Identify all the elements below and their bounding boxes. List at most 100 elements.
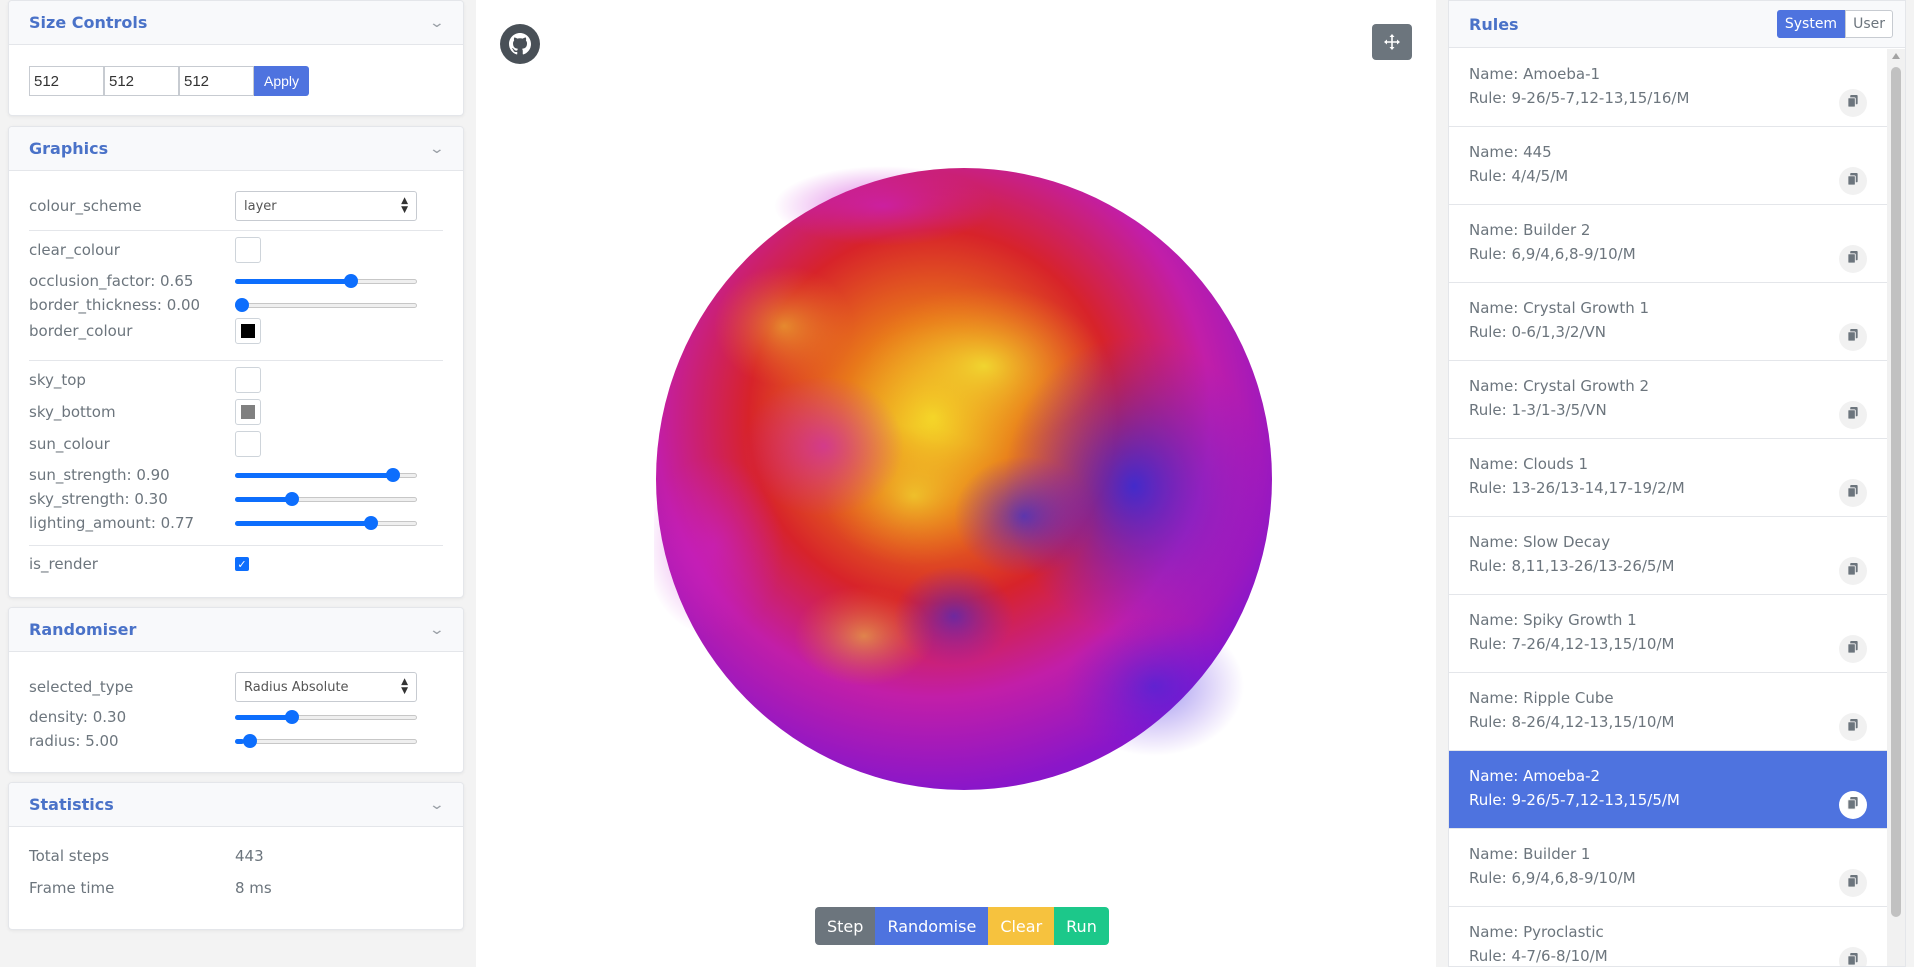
total-steps-value: 443 (235, 847, 264, 865)
rule-name: Name: 445 (1469, 143, 1552, 161)
copy-rule-button[interactable] (1839, 245, 1867, 273)
graphics-title: Graphics (29, 139, 109, 158)
is-render-label: is_render (29, 555, 98, 573)
copy-rule-button[interactable] (1839, 557, 1867, 585)
copy-rule-button[interactable] (1839, 89, 1867, 117)
randomise-button[interactable]: Randomise (875, 907, 989, 945)
clear-button[interactable]: Clear (988, 907, 1055, 945)
sky-bottom-picker[interactable] (235, 399, 261, 425)
move-icon (1384, 34, 1400, 50)
rule-name: Name: Amoeba-2 (1469, 767, 1601, 785)
border-thickness-slider[interactable] (235, 298, 417, 312)
select-arrows-icon: ▲ ▼ (401, 196, 408, 215)
radius-slider[interactable] (235, 734, 417, 748)
slider-thumb[interactable] (235, 298, 249, 312)
rules-scrollbar[interactable] (1887, 49, 1905, 966)
rule-item[interactable]: Name: Builder 1 Rule: 6,9/4,6,8-9/10/M (1449, 829, 1887, 907)
copy-rule-button[interactable] (1839, 947, 1867, 966)
is-render-row: is_render ✓ (29, 555, 443, 573)
rule-item[interactable]: Name: Ripple Cube Rule: 8-26/4,12-13,15/1… (1449, 673, 1887, 751)
render-viewport[interactable]: Step Randomise Clear Run (476, 0, 1436, 967)
slider-thumb[interactable] (363, 516, 378, 530)
border-colour-picker[interactable] (235, 318, 261, 344)
sun-colour-picker[interactable] (235, 431, 261, 457)
rule-list: Name: Amoeba-1 Rule: 9-26/5-7,12-13,15/16… (1449, 49, 1887, 966)
border-thickness-row: border_thickness: 0.00 (29, 296, 443, 314)
sky-strength-row: sky_strength: 0.30 (29, 490, 443, 508)
rule-item[interactable]: Name: Clouds 1 Rule: 13-26/13-14,17-19/2/… (1449, 439, 1887, 517)
chevron-down-icon[interactable]: ⌄ (429, 797, 445, 813)
copy-rule-button[interactable] (1839, 791, 1867, 819)
statistics-header[interactable]: Statistics ⌄ (9, 783, 463, 827)
slider-fill (235, 521, 376, 526)
statistics-title: Statistics (29, 795, 114, 814)
run-button[interactable]: Run (1054, 907, 1109, 945)
slider-thumb[interactable] (343, 274, 358, 288)
rule-item[interactable]: Name: Amoeba-1 Rule: 9-26/5-7,12-13,15/16… (1449, 49, 1887, 127)
clear-colour-label: clear_colour (29, 241, 120, 259)
rule-item[interactable]: Name: Pyroclastic Rule: 4-7/6-8/10/M (1449, 907, 1887, 966)
rule-definition: Rule: 13-26/13-14,17-19/2/M (1469, 479, 1685, 497)
rule-definition: Rule: 4/4/5/M (1469, 167, 1569, 185)
rule-definition: Rule: 4-7/6-8/10/M (1469, 947, 1608, 965)
scroll-thumb[interactable] (1891, 67, 1901, 917)
voxel-sphere-render (654, 166, 1272, 790)
colour-scheme-label: colour_scheme (29, 197, 142, 215)
sun-colour-row: sun_colour (29, 431, 443, 457)
density-slider[interactable] (235, 710, 417, 724)
copy-icon (1847, 403, 1859, 427)
copy-rule-button[interactable] (1839, 323, 1867, 351)
github-button[interactable] (500, 24, 540, 64)
copy-rule-button[interactable] (1839, 713, 1867, 741)
selected-type-label: selected_type (29, 678, 134, 696)
rule-item[interactable]: Name: Spiky Growth 1 Rule: 7-26/4,12-13,1… (1449, 595, 1887, 673)
occlusion-slider[interactable] (235, 274, 417, 288)
system-tab[interactable]: System (1776, 10, 1846, 38)
chevron-down-icon[interactable]: ⌄ (429, 622, 445, 638)
copy-icon (1847, 169, 1859, 193)
user-tab[interactable]: User (1845, 10, 1893, 38)
radius-row: radius: 5.00 (29, 732, 443, 750)
is-render-checkbox[interactable]: ✓ (235, 557, 249, 571)
size-y-input[interactable] (104, 66, 179, 96)
copy-rule-button[interactable] (1839, 869, 1867, 897)
slider-thumb[interactable] (385, 468, 400, 482)
step-button[interactable]: Step (815, 907, 876, 945)
rule-item[interactable]: Name: Crystal Growth 2 Rule: 1-3/1-3/5/VN (1449, 361, 1887, 439)
colour-scheme-select[interactable]: layer ▲ ▼ (235, 191, 417, 221)
size-controls-header[interactable]: Size Controls ⌄ (9, 1, 463, 45)
graphics-header[interactable]: Graphics ⌄ (9, 127, 463, 171)
rule-item[interactable]: Name: 445 Rule: 4/4/5/M (1449, 127, 1887, 205)
rule-item[interactable]: Name: Slow Decay Rule: 8,11,13-26/13-26/5… (1449, 517, 1887, 595)
rule-item[interactable]: Name: Builder 2 Rule: 6,9/4,6,8-9/10/M (1449, 205, 1887, 283)
copy-rule-button[interactable] (1839, 401, 1867, 429)
size-z-input[interactable] (179, 66, 254, 96)
chevron-down-icon[interactable]: ⌄ (429, 141, 445, 157)
rules-title: Rules (1469, 14, 1519, 34)
size-x-input[interactable] (29, 66, 104, 96)
rule-item[interactable]: Name: Amoeba-2 Rule: 9-26/5-7,12-13,15/5/… (1449, 751, 1887, 829)
copy-rule-button[interactable] (1839, 635, 1867, 663)
sky-strength-slider[interactable] (235, 492, 417, 506)
randomiser-header[interactable]: Randomiser ⌄ (9, 608, 463, 652)
selected-type-select[interactable]: Radius Absolute ▲ ▼ (235, 672, 417, 702)
slider-thumb[interactable] (285, 710, 300, 724)
clear-colour-picker[interactable] (235, 237, 261, 263)
chevron-down-icon[interactable]: ⌄ (429, 15, 445, 31)
sun-colour-swatch (241, 437, 255, 451)
slider-thumb[interactable] (285, 492, 300, 506)
randomiser-card: Randomiser ⌄ selected_type Radius Absolu… (8, 607, 464, 773)
sun-colour-label: sun_colour (29, 435, 110, 453)
slider-thumb[interactable] (243, 734, 258, 748)
rule-item[interactable]: Name: Crystal Growth 1 Rule: 0-6/1,3/2/VN (1449, 283, 1887, 361)
scroll-up-icon[interactable] (1892, 53, 1900, 59)
sky-top-picker[interactable] (235, 367, 261, 393)
sun-strength-slider[interactable] (235, 468, 417, 482)
apply-button[interactable]: Apply (254, 66, 309, 96)
lighting-slider[interactable] (235, 516, 417, 530)
rule-name: Name: Pyroclastic (1469, 923, 1604, 941)
fullscreen-move-button[interactable] (1372, 24, 1412, 60)
copy-icon (1847, 715, 1859, 739)
copy-rule-button[interactable] (1839, 167, 1867, 195)
copy-rule-button[interactable] (1839, 479, 1867, 507)
